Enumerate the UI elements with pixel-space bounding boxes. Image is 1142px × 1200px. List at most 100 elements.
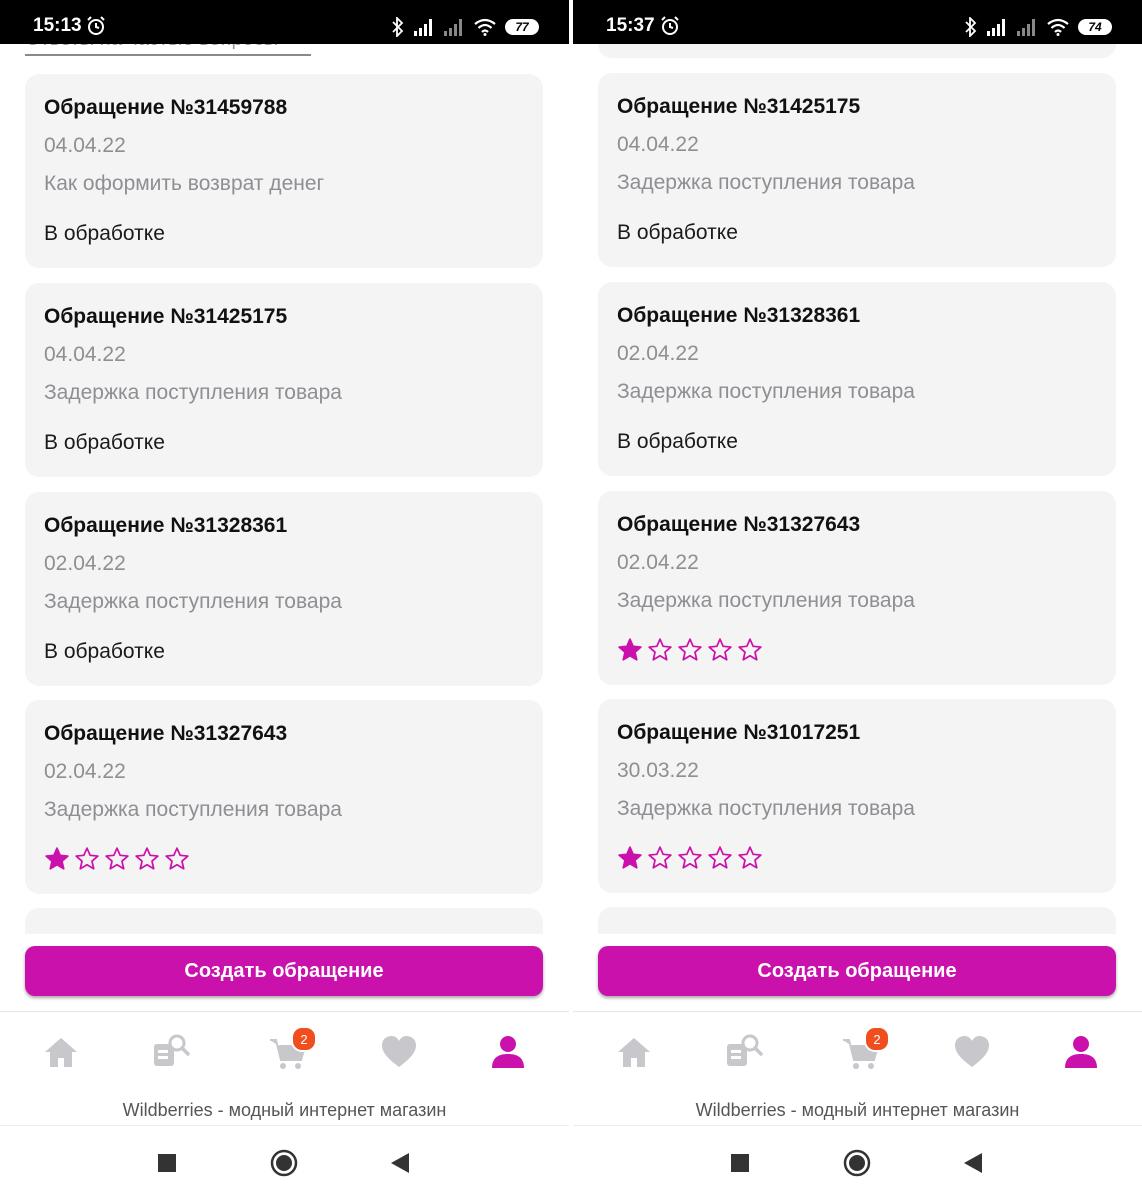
ticket-topic: Задержка поступления товара xyxy=(617,171,915,194)
ticket-card[interactable]: Обращение №31017251 30.03.22 Задержка по… xyxy=(598,699,1116,893)
ticket-date: 02.04.22 xyxy=(617,342,699,365)
tab-profile[interactable] xyxy=(1059,1030,1103,1074)
ticket-card[interactable]: Обращение №31327643 02.04.22 Задержка по… xyxy=(25,700,543,894)
status-bar: 15:13 77 xyxy=(0,0,569,44)
ticket-title: Обращение №31328361 xyxy=(44,514,288,537)
star-empty-icon[interactable] xyxy=(737,637,763,663)
heart-icon xyxy=(382,1036,416,1067)
signal-icon xyxy=(987,19,1005,36)
tab-catalog[interactable] xyxy=(148,1030,192,1074)
phone-screen-1: 15:13 77 Ответы на частые вопросы Обраще… xyxy=(0,0,569,1200)
rating-stars[interactable] xyxy=(617,845,763,871)
star-empty-icon[interactable] xyxy=(164,846,190,872)
ticket-topic: Задержка поступления товара xyxy=(617,380,915,403)
bluetooth-icon xyxy=(965,17,977,37)
star-filled-icon[interactable] xyxy=(44,846,70,872)
tab-home[interactable] xyxy=(612,1030,656,1074)
ticket-card-partial[interactable] xyxy=(598,907,1116,934)
battery-icon: 77 xyxy=(505,19,539,35)
signal-icon xyxy=(414,19,432,36)
ticket-topic: Задержка поступления товара xyxy=(617,589,915,612)
ticket-status: В обработке xyxy=(617,221,738,244)
wifi-icon xyxy=(474,18,496,36)
ticket-status: В обработке xyxy=(44,431,165,454)
bluetooth-icon xyxy=(392,17,404,37)
tab-favorites[interactable] xyxy=(377,1030,421,1074)
star-empty-icon[interactable] xyxy=(74,846,100,872)
tab-catalog[interactable] xyxy=(721,1030,765,1074)
status-bar: 15:37 74 xyxy=(573,0,1142,44)
star-empty-icon[interactable] xyxy=(737,845,763,871)
star-empty-icon[interactable] xyxy=(134,846,160,872)
ticket-card[interactable]: Обращение №31425175 04.04.22 Задержка по… xyxy=(25,283,543,477)
recents-icon[interactable] xyxy=(154,1150,180,1176)
cart-badge: 2 xyxy=(864,1026,890,1052)
star-empty-icon[interactable] xyxy=(104,846,130,872)
rating-stars[interactable] xyxy=(44,846,190,872)
create-ticket-button[interactable]: Создать обращение xyxy=(25,946,543,996)
ticket-date: 04.04.22 xyxy=(44,134,126,157)
ticket-card[interactable]: Обращение №31328361 02.04.22 Задержка по… xyxy=(25,492,543,686)
home-icon xyxy=(45,1038,77,1067)
create-ticket-button[interactable]: Создать обращение xyxy=(598,946,1116,996)
back-icon[interactable] xyxy=(961,1150,987,1176)
ticket-card[interactable]: Обращение №31425175 04.04.22 Задержка по… xyxy=(598,73,1116,267)
faq-link[interactable]: Ответы на частые вопросы xyxy=(25,44,311,56)
system-nav-bar xyxy=(0,1125,569,1200)
star-empty-icon[interactable] xyxy=(707,637,733,663)
status-time: 15:13 xyxy=(33,15,82,36)
star-filled-icon[interactable] xyxy=(617,637,643,663)
app-caption: Wildberries - модный интернет магазин xyxy=(122,1100,447,1120)
ticket-title: Обращение №31328361 xyxy=(617,304,861,327)
phone-screen-2: 15:37 74 Обращение №31425175 04.04.22 За… xyxy=(573,0,1142,1200)
signal-icon xyxy=(1017,19,1035,36)
ticket-date: 02.04.22 xyxy=(44,552,126,575)
ticket-status: В обработке xyxy=(44,640,165,663)
ticket-card[interactable]: Обращение №31328361 02.04.22 Задержка по… xyxy=(598,282,1116,476)
home-circle-icon[interactable] xyxy=(270,1149,298,1177)
signal-icon xyxy=(444,19,462,36)
system-nav-bar xyxy=(573,1125,1142,1200)
tickets-list[interactable]: Обращение №31425175 04.04.22 Задержка по… xyxy=(573,44,1142,934)
ticket-title: Обращение №31017251 xyxy=(617,721,861,744)
recents-icon[interactable] xyxy=(727,1150,753,1176)
ticket-topic: Задержка поступления товара xyxy=(617,797,915,820)
app-caption: Wildberries - модный интернет магазин xyxy=(695,1100,1020,1120)
catalog-search-icon xyxy=(154,1034,190,1066)
ticket-card[interactable]: Обращение №31327643 02.04.22 Задержка по… xyxy=(598,491,1116,685)
cart-badge: 2 xyxy=(291,1026,317,1052)
ticket-card-partial[interactable] xyxy=(25,908,543,934)
catalog-search-icon xyxy=(727,1034,763,1066)
tab-profile[interactable] xyxy=(486,1030,530,1074)
tab-bar: 2 Wildberries - модный интернет магазин xyxy=(0,1011,569,1126)
ticket-status: В обработке xyxy=(44,222,165,245)
tickets-list[interactable]: Ответы на частые вопросы Обращение №3145… xyxy=(0,44,569,934)
star-empty-icon[interactable] xyxy=(677,637,703,663)
star-empty-icon[interactable] xyxy=(647,845,673,871)
ticket-title: Обращение №31425175 xyxy=(617,95,861,118)
ticket-card[interactable]: Обращение №31459788 04.04.22 Как оформит… xyxy=(25,74,543,268)
star-empty-icon[interactable] xyxy=(647,637,673,663)
tab-home[interactable] xyxy=(39,1030,83,1074)
star-empty-icon[interactable] xyxy=(677,845,703,871)
heart-icon xyxy=(955,1036,989,1067)
star-empty-icon[interactable] xyxy=(707,845,733,871)
ticket-topic: Задержка поступления товара xyxy=(44,798,342,821)
rating-stars[interactable] xyxy=(617,637,763,663)
home-circle-icon[interactable] xyxy=(843,1149,871,1177)
profile-icon xyxy=(1065,1036,1097,1068)
wifi-icon xyxy=(1047,18,1069,36)
star-filled-icon[interactable] xyxy=(617,845,643,871)
back-icon[interactable] xyxy=(388,1150,414,1176)
tab-cart[interactable]: 2 xyxy=(266,1026,317,1074)
tab-cart[interactable]: 2 xyxy=(839,1026,890,1074)
ticket-title: Обращение №31425175 xyxy=(44,305,288,328)
tab-bar: 2 Wildberries - модный интернет магазин xyxy=(573,1011,1142,1126)
ticket-card-partial[interactable] xyxy=(598,44,1116,58)
profile-icon xyxy=(492,1036,524,1068)
status-time: 15:37 xyxy=(606,15,655,36)
ticket-topic: Задержка поступления товара xyxy=(44,590,342,613)
ticket-date: 02.04.22 xyxy=(617,551,699,574)
tab-favorites[interactable] xyxy=(950,1030,994,1074)
ticket-title: Обращение №31327643 xyxy=(44,722,288,745)
